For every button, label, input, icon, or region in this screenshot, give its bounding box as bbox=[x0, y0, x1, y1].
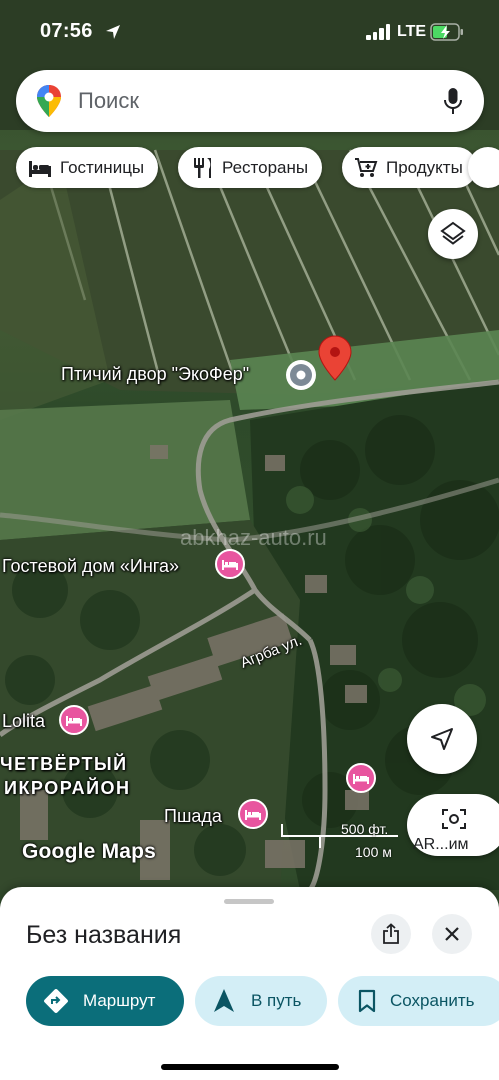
battery-icon bbox=[430, 23, 463, 41]
place-title: Без названия bbox=[26, 921, 182, 949]
cart-icon bbox=[355, 157, 378, 177]
scale-metric: 100 м bbox=[355, 844, 392, 860]
network-type: LTE bbox=[397, 23, 427, 40]
chip-hotels[interactable]: Гостиницы bbox=[16, 147, 159, 188]
signal-icon bbox=[366, 24, 392, 40]
ar-button-label: AR...им bbox=[413, 836, 469, 853]
ar-button[interactable]: AR...им bbox=[407, 794, 499, 856]
dropped-pin-icon[interactable] bbox=[316, 334, 354, 382]
start-label: В путь bbox=[251, 991, 302, 1010]
close-icon bbox=[445, 927, 459, 941]
layers-icon bbox=[440, 221, 466, 245]
place-sheet[interactable]: Без названия Маршрут В путь Сохранить bbox=[0, 887, 499, 1080]
poi-marker-icon[interactable] bbox=[284, 358, 318, 392]
my-location-button[interactable] bbox=[407, 704, 477, 774]
hotel-marker-icon[interactable] bbox=[215, 549, 245, 579]
status-time: 07:56 bbox=[40, 20, 93, 42]
lolita-label[interactable]: Lolita bbox=[2, 711, 45, 732]
directions-icon bbox=[44, 989, 68, 1013]
guest-house-label[interactable]: Гостевой дом «Инга» bbox=[2, 556, 179, 577]
hotel-marker-icon[interactable] bbox=[346, 763, 376, 793]
camera-scan-icon bbox=[442, 809, 466, 829]
fork-knife-icon bbox=[194, 157, 211, 178]
location-arrow-icon bbox=[106, 25, 120, 39]
poi-label[interactable]: Птичий двор "ЭкоФер" bbox=[61, 364, 249, 385]
scale-imperial: 500 фт. bbox=[341, 821, 389, 837]
layers-button[interactable] bbox=[428, 209, 478, 259]
hotel-marker-icon[interactable] bbox=[59, 705, 89, 735]
sheet-drag-handle[interactable] bbox=[224, 899, 274, 904]
directions-label: Маршрут bbox=[83, 991, 156, 1010]
mic-icon[interactable] bbox=[444, 87, 462, 115]
district-label-line2: ИКРОРАЙОН bbox=[4, 778, 131, 798]
navigation-arrow-icon bbox=[431, 728, 453, 750]
search-input[interactable]: Поиск bbox=[78, 88, 139, 114]
chip-label: Гостиницы bbox=[60, 157, 145, 177]
chip-label: Продукты bbox=[386, 157, 463, 177]
google-maps-attribution: Google Maps bbox=[22, 840, 157, 863]
chip-label: Рестораны bbox=[222, 157, 309, 177]
hotel-marker-icon[interactable] bbox=[238, 799, 268, 829]
watermark: abkhaz-auto.ru bbox=[180, 525, 327, 550]
navigation-arrow-icon bbox=[214, 989, 234, 1012]
start-button[interactable]: В путь bbox=[195, 976, 327, 1026]
home-indicator[interactable] bbox=[161, 1064, 339, 1070]
chip-restaurants[interactable]: Рестораны bbox=[178, 147, 323, 188]
bed-icon bbox=[29, 160, 51, 177]
save-button[interactable]: Сохранить bbox=[338, 976, 499, 1026]
chip-more[interactable] bbox=[468, 147, 499, 188]
save-label: Сохранить bbox=[390, 991, 475, 1010]
google-maps-pin-icon bbox=[37, 85, 61, 117]
status-bar: 07:56 LTE bbox=[0, 0, 499, 64]
district-label-line1: ЧЕТВЁРТЫЙ bbox=[0, 754, 128, 774]
chip-groceries[interactable]: Продукты bbox=[342, 147, 477, 188]
close-button[interactable] bbox=[432, 914, 472, 954]
directions-button[interactable]: Маршрут bbox=[26, 976, 184, 1026]
pshada-label[interactable]: Пшада bbox=[164, 806, 222, 827]
share-button[interactable] bbox=[371, 914, 411, 954]
search-bar[interactable]: Поиск bbox=[16, 70, 484, 132]
share-icon bbox=[383, 923, 399, 944]
bookmark-icon bbox=[358, 989, 376, 1013]
